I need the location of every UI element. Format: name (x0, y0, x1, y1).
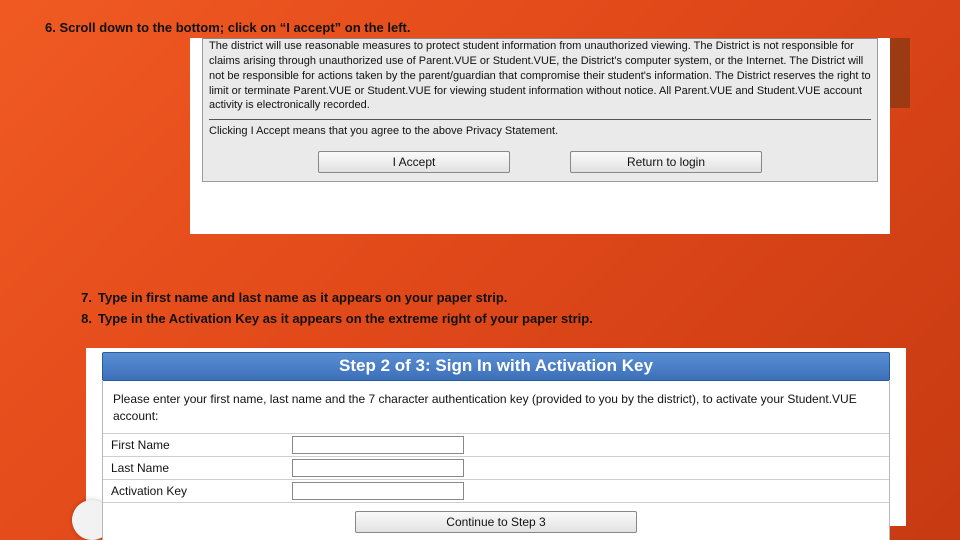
first-name-field[interactable] (292, 436, 464, 454)
last-name-row: Last Name (103, 456, 889, 479)
activation-key-label: Activation Key (103, 479, 284, 502)
last-name-field[interactable] (292, 459, 464, 477)
step-7-number: 7. (70, 288, 92, 309)
step-7-text: Type in first name and last name as it a… (98, 288, 507, 309)
continue-to-step-3-button[interactable]: Continue to Step 3 (355, 511, 637, 533)
activation-key-row: Activation Key (103, 479, 889, 502)
steps-7-8: 7. Type in first name and last name as i… (70, 288, 593, 330)
return-to-login-button[interactable]: Return to login (570, 151, 762, 173)
slide: 6. Scroll down to the bottom; click on “… (0, 0, 960, 540)
last-name-label: Last Name (103, 456, 284, 479)
first-name-row: First Name (103, 433, 889, 456)
activation-intro: Please enter your first name, last name … (103, 381, 889, 433)
activation-panel: Step 2 of 3: Sign In with Activation Key… (86, 348, 906, 526)
step-8-number: 8. (70, 309, 92, 330)
continue-button-row: Continue to Step 3 (103, 502, 889, 540)
privacy-button-row: I Accept Return to login (202, 145, 878, 182)
step-6-instruction: 6. Scroll down to the bottom; click on “… (45, 20, 410, 35)
activation-form-box: Please enter your first name, last name … (102, 381, 890, 540)
privacy-text: The district will use reasonable measure… (209, 39, 871, 113)
privacy-panel: The district will use reasonable measure… (190, 38, 890, 234)
activation-header: Step 2 of 3: Sign In with Activation Key (102, 352, 890, 381)
activation-form-table: First Name Last Name Activation Key (103, 433, 889, 502)
i-accept-button[interactable]: I Accept (318, 151, 510, 173)
step-8-text: Type in the Activation Key as it appears… (98, 309, 593, 330)
divider (209, 119, 871, 120)
privacy-box: The district will use reasonable measure… (202, 38, 878, 145)
activation-key-field[interactable] (292, 482, 464, 500)
first-name-label: First Name (103, 433, 284, 456)
privacy-agree-line: Clicking I Accept means that you agree t… (209, 124, 871, 139)
